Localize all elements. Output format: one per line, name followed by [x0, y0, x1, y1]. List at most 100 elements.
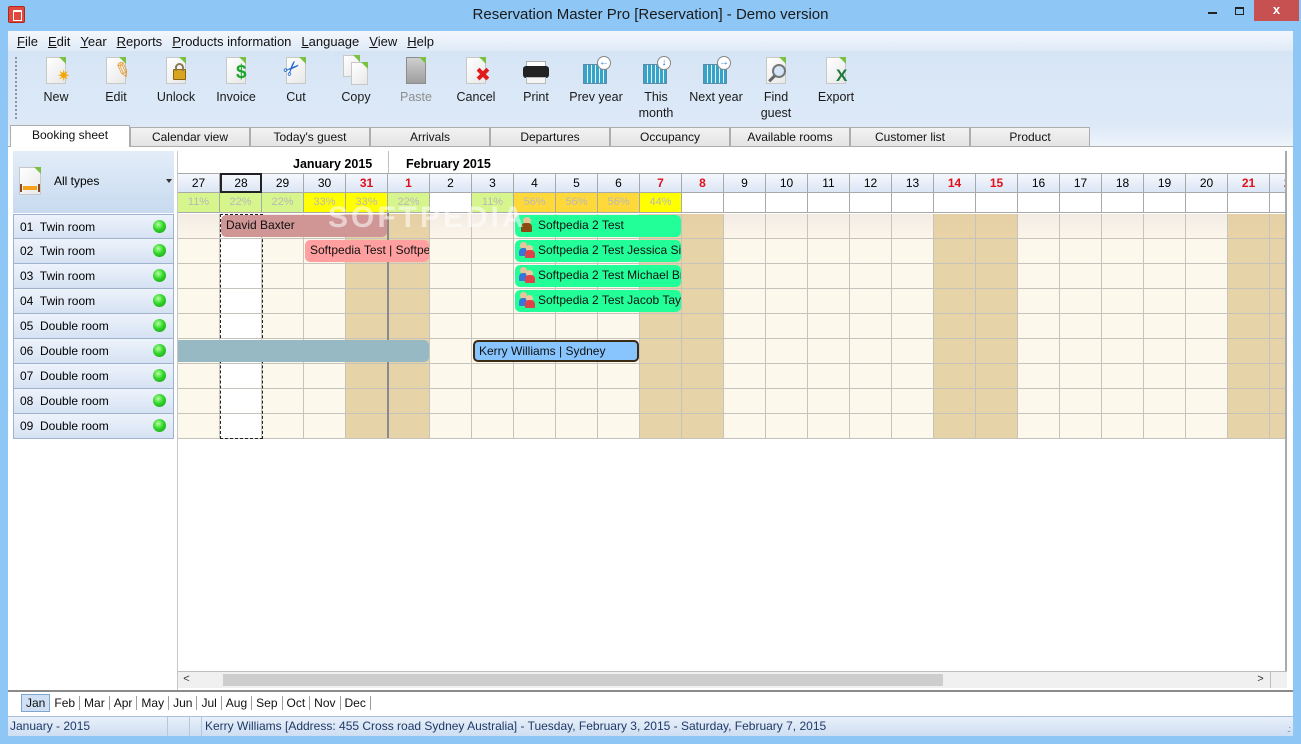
- booking-cell[interactable]: [808, 389, 850, 414]
- booking-cell[interactable]: [1186, 264, 1228, 289]
- booking-cell[interactable]: [430, 214, 472, 239]
- booking-cell[interactable]: [640, 389, 682, 414]
- booking-cell[interactable]: [1270, 289, 1285, 314]
- booking-cell[interactable]: [430, 264, 472, 289]
- horizontal-scrollbar[interactable]: < >: [178, 671, 1287, 688]
- booking-cell[interactable]: [808, 214, 850, 239]
- room-row[interactable]: 02 Twin room: [13, 239, 174, 264]
- tab-product[interactable]: Product: [970, 127, 1090, 147]
- booking-cell[interactable]: [682, 389, 724, 414]
- booking-cell[interactable]: [178, 264, 220, 289]
- month-tab-jan[interactable]: Jan: [21, 694, 51, 712]
- booking-cell[interactable]: [1186, 214, 1228, 239]
- booking-cell[interactable]: [766, 389, 808, 414]
- booking-cell[interactable]: [262, 314, 304, 339]
- booking-cell[interactable]: [346, 289, 388, 314]
- booking-cell[interactable]: [304, 289, 346, 314]
- booking-cell[interactable]: [430, 364, 472, 389]
- day-header[interactable]: 16: [1018, 173, 1060, 193]
- booking-cell[interactable]: [1228, 239, 1270, 264]
- booking-cell[interactable]: [1060, 239, 1102, 264]
- booking-cell[interactable]: [1144, 389, 1186, 414]
- booking-cell[interactable]: [472, 214, 514, 239]
- month-tab-nov[interactable]: Nov: [310, 696, 341, 710]
- day-header[interactable]: 11: [808, 173, 850, 193]
- booking-cell[interactable]: [682, 414, 724, 439]
- month-tab-apr[interactable]: Apr: [110, 696, 138, 710]
- day-header[interactable]: 5: [556, 173, 598, 193]
- menu-help[interactable]: Help: [402, 34, 439, 49]
- tab-customer-list[interactable]: Customer list: [850, 127, 970, 147]
- booking-cell[interactable]: [892, 364, 934, 389]
- booking-cell[interactable]: [514, 414, 556, 439]
- booking-cell[interactable]: [304, 364, 346, 389]
- day-header[interactable]: 22: [1270, 173, 1285, 193]
- booking-cell[interactable]: [976, 414, 1018, 439]
- booking-cell[interactable]: [850, 264, 892, 289]
- day-header[interactable]: 27: [178, 173, 220, 193]
- booking-cell[interactable]: [220, 389, 262, 414]
- booking-cell[interactable]: [640, 414, 682, 439]
- booking-cell[interactable]: [640, 314, 682, 339]
- booking-cell[interactable]: [1270, 339, 1285, 364]
- booking-cell[interactable]: [682, 314, 724, 339]
- booking-cell[interactable]: [934, 264, 976, 289]
- day-header[interactable]: 10: [766, 173, 808, 193]
- booking-cell[interactable]: [220, 289, 262, 314]
- month-tab-dec[interactable]: Dec: [341, 696, 371, 710]
- booking-cell[interactable]: [1270, 264, 1285, 289]
- day-header[interactable]: 31: [346, 173, 388, 193]
- tab-today-s-guest[interactable]: Today's guest: [250, 127, 370, 147]
- scroll-left-button[interactable]: <: [178, 672, 195, 688]
- booking-cell[interactable]: [850, 314, 892, 339]
- close-button[interactable]: x: [1254, 0, 1299, 21]
- booking-cell[interactable]: [346, 264, 388, 289]
- maximize-button[interactable]: [1226, 0, 1252, 21]
- menu-products-information[interactable]: Products information: [167, 34, 296, 49]
- booking-cell[interactable]: [472, 239, 514, 264]
- booking-cell[interactable]: [766, 214, 808, 239]
- booking-cell[interactable]: [1060, 314, 1102, 339]
- booking-cell[interactable]: [472, 414, 514, 439]
- booking-cell[interactable]: [766, 414, 808, 439]
- booking-cell[interactable]: [262, 389, 304, 414]
- day-header[interactable]: 19: [1144, 173, 1186, 193]
- booking-cell[interactable]: [976, 314, 1018, 339]
- booking-cell[interactable]: [598, 364, 640, 389]
- booking-cell[interactable]: [682, 364, 724, 389]
- booking-cell[interactable]: [472, 364, 514, 389]
- booking-cell[interactable]: [1144, 289, 1186, 314]
- booking-cell[interactable]: [388, 264, 430, 289]
- booking-cell[interactable]: [1060, 339, 1102, 364]
- room-row[interactable]: 01 Twin room: [13, 214, 174, 239]
- booking-cell[interactable]: [556, 414, 598, 439]
- copy-button[interactable]: Copy: [327, 55, 385, 105]
- booking-cell[interactable]: [1270, 314, 1285, 339]
- day-header[interactable]: 1: [388, 173, 430, 193]
- booking-cell[interactable]: [766, 239, 808, 264]
- booking-cell[interactable]: [682, 339, 724, 364]
- booking-cell[interactable]: [682, 214, 724, 239]
- booking-cell[interactable]: [934, 314, 976, 339]
- booking-cell[interactable]: [556, 389, 598, 414]
- booking-cell[interactable]: [976, 389, 1018, 414]
- tab-arrivals[interactable]: Arrivals: [370, 127, 490, 147]
- month-tab-oct[interactable]: Oct: [283, 696, 311, 710]
- booking-cell[interactable]: [1144, 239, 1186, 264]
- export-button[interactable]: X Export: [807, 55, 865, 105]
- menu-file[interactable]: File: [12, 34, 43, 49]
- day-header[interactable]: 30: [304, 173, 346, 193]
- booking-cell[interactable]: [850, 239, 892, 264]
- booking-cell[interactable]: [1186, 339, 1228, 364]
- booking-cell[interactable]: [1102, 364, 1144, 389]
- booking-cell[interactable]: [388, 414, 430, 439]
- booking-cell[interactable]: [766, 314, 808, 339]
- booking-cell[interactable]: [178, 314, 220, 339]
- booking-cell[interactable]: [1144, 314, 1186, 339]
- booking-cell[interactable]: [1228, 264, 1270, 289]
- tab-booking-sheet[interactable]: Booking sheet: [10, 125, 130, 147]
- day-header[interactable]: 29: [262, 173, 304, 193]
- booking-cell[interactable]: [388, 389, 430, 414]
- booking-cell[interactable]: [1144, 364, 1186, 389]
- booking-cell[interactable]: [850, 289, 892, 314]
